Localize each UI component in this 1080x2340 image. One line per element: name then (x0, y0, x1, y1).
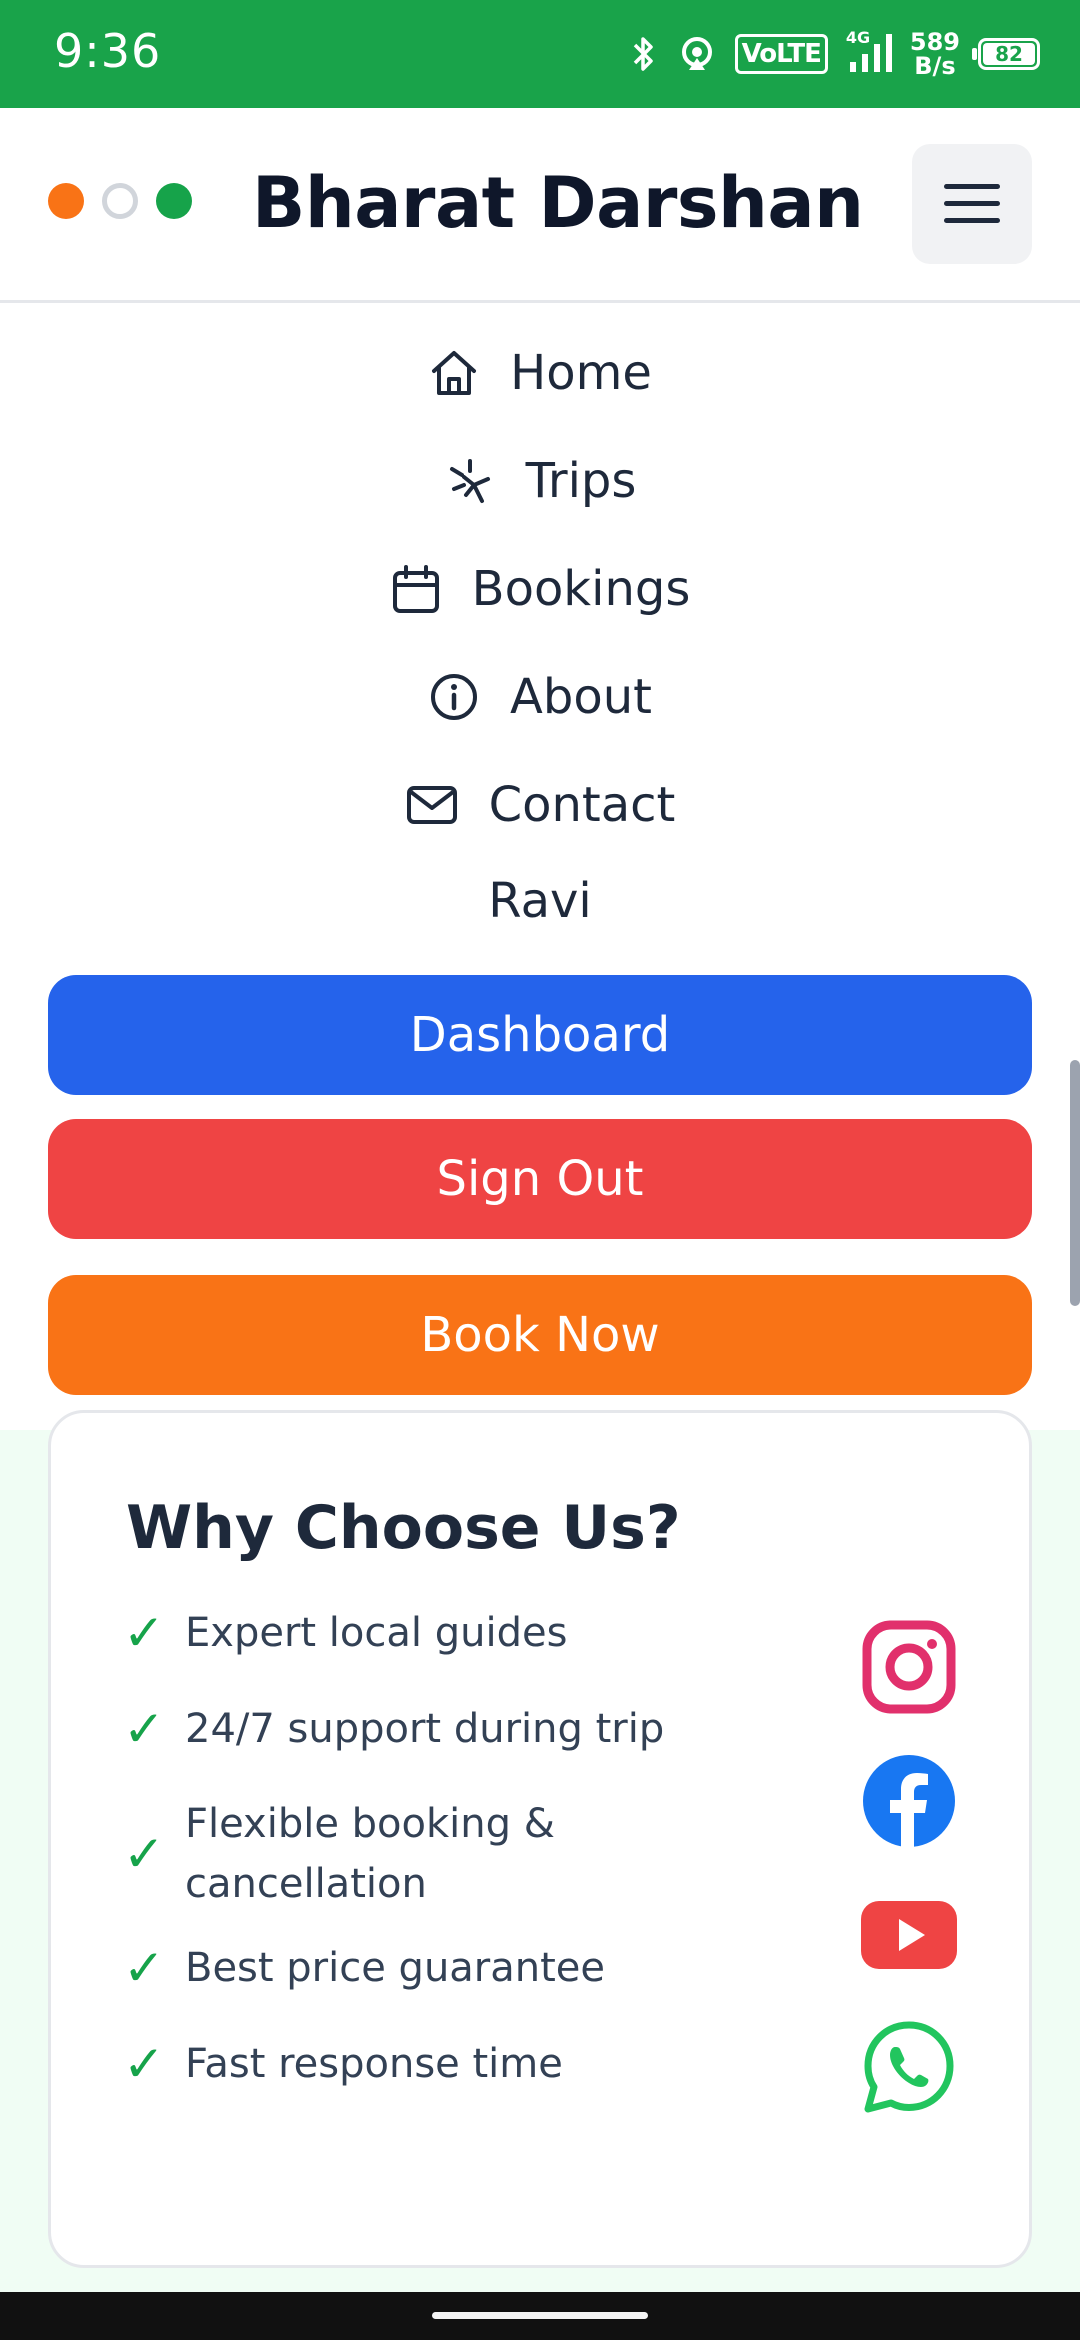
youtube-icon (861, 1901, 957, 1969)
nav-contact[interactable]: Contact (0, 765, 1080, 845)
white-dot (102, 183, 138, 219)
speed-value: 589 (909, 28, 960, 56)
feature-text: 24/7 support during trip (185, 1706, 665, 1752)
feature-text: Best price guarantee (185, 1945, 606, 1991)
menu-toggle-button[interactable] (912, 144, 1032, 264)
green-dot (156, 183, 192, 219)
user-name: Ravi (488, 873, 592, 929)
signal-icon: 4G (846, 28, 892, 76)
feature-item: ✓ Flexible booking & cancellation (123, 1794, 603, 1914)
mobile-menu: Home Trips Bookings About Contact Ravi D… (0, 303, 1080, 1430)
battery-level: 82 (995, 42, 1023, 66)
volte-label: VoLTE (734, 34, 828, 74)
calendar-icon (392, 565, 439, 613)
nav-contact-label: Contact (488, 777, 676, 833)
speed-unit: B/s (914, 52, 956, 80)
mail-icon (406, 786, 457, 824)
orange-dot (48, 183, 84, 219)
hamburger-icon (944, 184, 1000, 223)
feature-item: ✓ Fast response time (123, 2034, 763, 2094)
brand-title[interactable]: Bharat Darshan (252, 162, 864, 244)
feature-item: ✓ Expert local guides (123, 1603, 763, 1663)
nav-home[interactable]: Home (0, 333, 1080, 413)
feature-text: Fast response time (185, 2041, 563, 2087)
why-title: Why Choose Us? (126, 1493, 681, 1563)
whatsapp-icon (864, 2021, 954, 2113)
instagram-link[interactable] (861, 1619, 957, 1715)
feature-text: Flexible booking & cancellation (185, 1801, 555, 1907)
check-icon: ✓ (123, 1825, 165, 1883)
status-time: 9:36 (54, 24, 162, 78)
nav-home-label: Home (510, 345, 652, 401)
status-bar: 9:36 VoLTE 4G 589 B/s 82 (0, 0, 1080, 108)
nav-trips[interactable]: Trips (0, 441, 1080, 521)
site-header: Bharat Darshan (0, 108, 1080, 303)
trips-icon (449, 459, 490, 503)
check-icon: ✓ (123, 2035, 165, 2093)
facebook-link[interactable] (861, 1753, 957, 1849)
whatsapp-link[interactable] (861, 2019, 957, 2115)
bluetooth-icon (633, 37, 653, 71)
nav-bookings-label: Bookings (471, 561, 691, 617)
sign-out-button[interactable]: Sign Out (48, 1119, 1032, 1239)
home-icon (432, 351, 477, 395)
feature-item: ✓ 24/7 support during trip (123, 1699, 763, 1759)
book-now-button[interactable]: Book Now (48, 1275, 1032, 1395)
hotspot-icon (681, 37, 712, 70)
facebook-icon (863, 1755, 955, 1847)
battery-icon: 82 (972, 38, 1040, 70)
status-icons: VoLTE 4G 589 B/s 82 (629, 24, 1040, 84)
feature-item: ✓ Best price guarantee (123, 1938, 763, 1998)
check-icon: ✓ (123, 1604, 165, 1662)
home-indicator[interactable] (432, 2312, 648, 2319)
check-icon: ✓ (123, 1700, 165, 1758)
youtube-link[interactable] (861, 1887, 957, 1983)
dashboard-button[interactable]: Dashboard (48, 975, 1032, 1095)
check-icon: ✓ (123, 1939, 165, 1997)
nav-bookings[interactable]: Bookings (0, 549, 1080, 629)
page-scrollbar[interactable] (1070, 1060, 1080, 1306)
nav-trips-label: Trips (525, 453, 637, 509)
nav-about-label: About (510, 669, 652, 725)
brand-dots (48, 183, 192, 219)
system-nav-bar (0, 2292, 1080, 2340)
info-icon (431, 674, 478, 720)
network-speed: 589 B/s (910, 30, 960, 78)
instagram-icon (862, 1620, 956, 1714)
nav-about[interactable]: About (0, 657, 1080, 737)
why-choose-card: Why Choose Us? ✓ Expert local guides ✓ 2… (48, 1410, 1032, 2268)
feature-text: Expert local guides (185, 1610, 568, 1656)
